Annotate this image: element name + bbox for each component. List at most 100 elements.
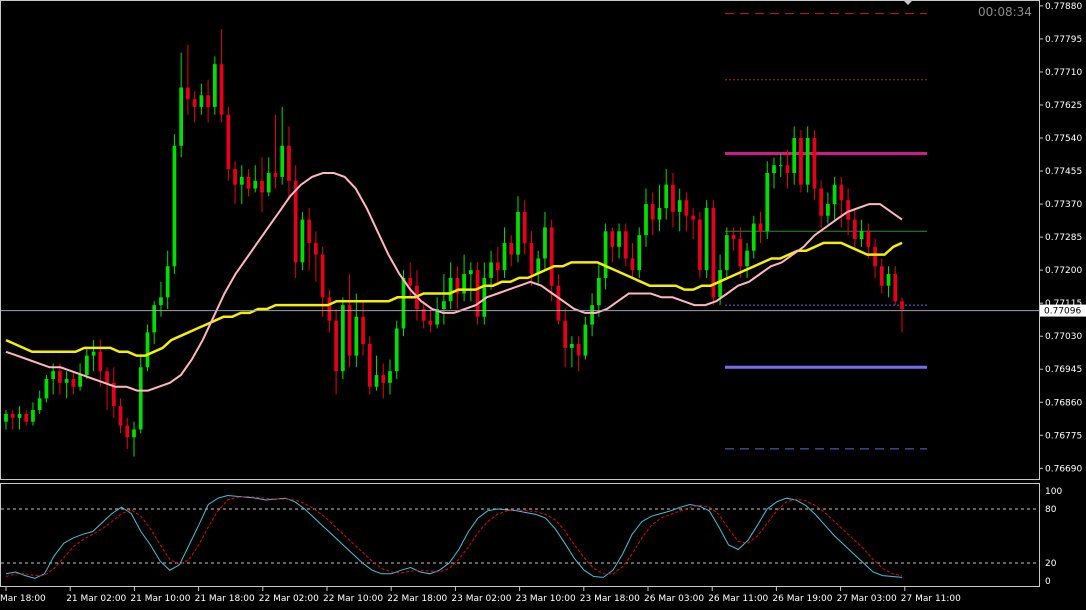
candle-body[interactable] xyxy=(71,378,76,387)
candle-body[interactable] xyxy=(260,180,264,193)
candle-body[interactable] xyxy=(893,274,898,302)
candle-body[interactable] xyxy=(650,204,655,220)
candle-body[interactable] xyxy=(374,375,379,387)
candle-body[interactable] xyxy=(145,332,150,368)
candle-body[interactable] xyxy=(698,219,702,271)
candle-body[interactable] xyxy=(388,371,392,383)
candle-body[interactable] xyxy=(334,320,338,372)
candle-body[interactable] xyxy=(246,176,251,189)
candle-body[interactable] xyxy=(563,320,568,348)
candle-body[interactable] xyxy=(839,184,844,201)
candle-body[interactable] xyxy=(64,378,69,383)
candle-body[interactable] xyxy=(300,219,305,263)
candle-body[interactable] xyxy=(704,207,709,271)
candle-body[interactable] xyxy=(138,367,143,430)
candle-body[interactable] xyxy=(718,270,722,298)
trading-chart[interactable]: 0.77880 0.77795 0.77710 0.77625 0.77540 0.774… xyxy=(0,0,1086,610)
candle-body[interactable] xyxy=(576,343,581,356)
candle-body[interactable] xyxy=(340,305,345,372)
candle-body[interactable] xyxy=(44,378,49,399)
candle-body[interactable] xyxy=(253,180,258,189)
candle-body[interactable] xyxy=(159,297,163,306)
candle-body[interactable] xyxy=(394,328,399,372)
candle-body[interactable] xyxy=(78,375,82,387)
candle-body[interactable] xyxy=(179,87,184,146)
candle-body[interactable] xyxy=(637,235,642,271)
candle-body[interactable] xyxy=(792,138,797,173)
candle-body[interactable] xyxy=(448,277,453,302)
candle-body[interactable] xyxy=(603,231,608,278)
candle-body[interactable] xyxy=(408,277,413,286)
candle-body[interactable] xyxy=(226,114,231,170)
candle-body[interactable] xyxy=(799,138,803,185)
candle-body[interactable] xyxy=(731,235,736,240)
candle-body[interactable] xyxy=(846,200,850,220)
candle-body[interactable] xyxy=(206,95,210,107)
candle-body[interactable] xyxy=(522,211,527,243)
candle-body[interactable] xyxy=(623,231,628,259)
candle-body[interactable] xyxy=(826,204,830,216)
candle-body[interactable] xyxy=(367,343,372,387)
candle-body[interactable] xyxy=(570,343,574,348)
candle-body[interactable] xyxy=(266,172,271,193)
candle-body[interactable] xyxy=(879,266,884,286)
candle-body[interactable] xyxy=(610,231,615,247)
candle-body[interactable] xyxy=(852,219,857,240)
candle-body[interactable] xyxy=(468,270,473,275)
candle-body[interactable] xyxy=(583,324,588,356)
candle-body[interactable] xyxy=(118,406,123,426)
candle-body[interactable] xyxy=(307,219,312,243)
candle-body[interactable] xyxy=(617,231,621,247)
candle-body[interactable] xyxy=(489,262,493,278)
candle-body[interactable] xyxy=(819,188,824,216)
candle-body[interactable] xyxy=(691,215,696,220)
candle-body[interactable] xyxy=(105,371,109,383)
candle-body[interactable] xyxy=(152,305,157,333)
candle-body[interactable] xyxy=(98,351,103,372)
candle-body[interactable] xyxy=(199,95,204,107)
candle-body[interactable] xyxy=(778,165,783,167)
candle-body[interactable] xyxy=(24,413,29,422)
candle-body[interactable] xyxy=(212,64,217,107)
candle-body[interactable] xyxy=(738,239,743,267)
candle-body[interactable] xyxy=(320,254,325,298)
candle-body[interactable] xyxy=(556,285,561,321)
candle-body[interactable] xyxy=(684,200,689,216)
candle-body[interactable] xyxy=(516,211,520,255)
candle-body[interactable] xyxy=(590,305,594,325)
candle-body[interactable] xyxy=(192,99,197,107)
candle-body[interactable] xyxy=(745,250,749,267)
candle-body[interactable] xyxy=(172,145,177,267)
candle-body[interactable] xyxy=(51,371,56,379)
candle-body[interactable] xyxy=(596,277,601,306)
candle-body[interactable] xyxy=(785,165,790,173)
candle-body[interactable] xyxy=(866,231,871,247)
candle-body[interactable] xyxy=(805,138,810,185)
candle-body[interactable] xyxy=(287,145,291,181)
candle-body[interactable] xyxy=(327,297,332,321)
candle-body[interactable] xyxy=(31,410,35,422)
candle-body[interactable] xyxy=(502,242,507,271)
candle-body[interactable] xyxy=(58,371,62,383)
candle-body[interactable] xyxy=(549,227,554,286)
candle-body[interactable] xyxy=(886,274,891,286)
candle-body[interactable] xyxy=(630,258,635,271)
candle-body[interactable] xyxy=(361,316,365,344)
candle-body[interactable] xyxy=(91,351,96,356)
candle-body[interactable] xyxy=(4,413,8,422)
candle-body[interactable] xyxy=(10,413,15,418)
candle-body[interactable] xyxy=(239,176,244,185)
candle-body[interactable] xyxy=(37,398,42,411)
candle-body[interactable] xyxy=(475,270,480,317)
candle-body[interactable] xyxy=(17,413,22,418)
candle-body[interactable] xyxy=(724,235,729,271)
candle-body[interactable] xyxy=(84,355,89,376)
candle-body[interactable] xyxy=(509,242,514,255)
candle-body[interactable] xyxy=(401,277,406,329)
candle-body[interactable] xyxy=(657,207,662,220)
candle-body[interactable] xyxy=(354,316,359,356)
candle-body[interactable] xyxy=(273,172,278,177)
candle-body[interactable] xyxy=(165,266,170,298)
candle-body[interactable] xyxy=(529,242,534,275)
candle-body[interactable] xyxy=(671,184,675,212)
